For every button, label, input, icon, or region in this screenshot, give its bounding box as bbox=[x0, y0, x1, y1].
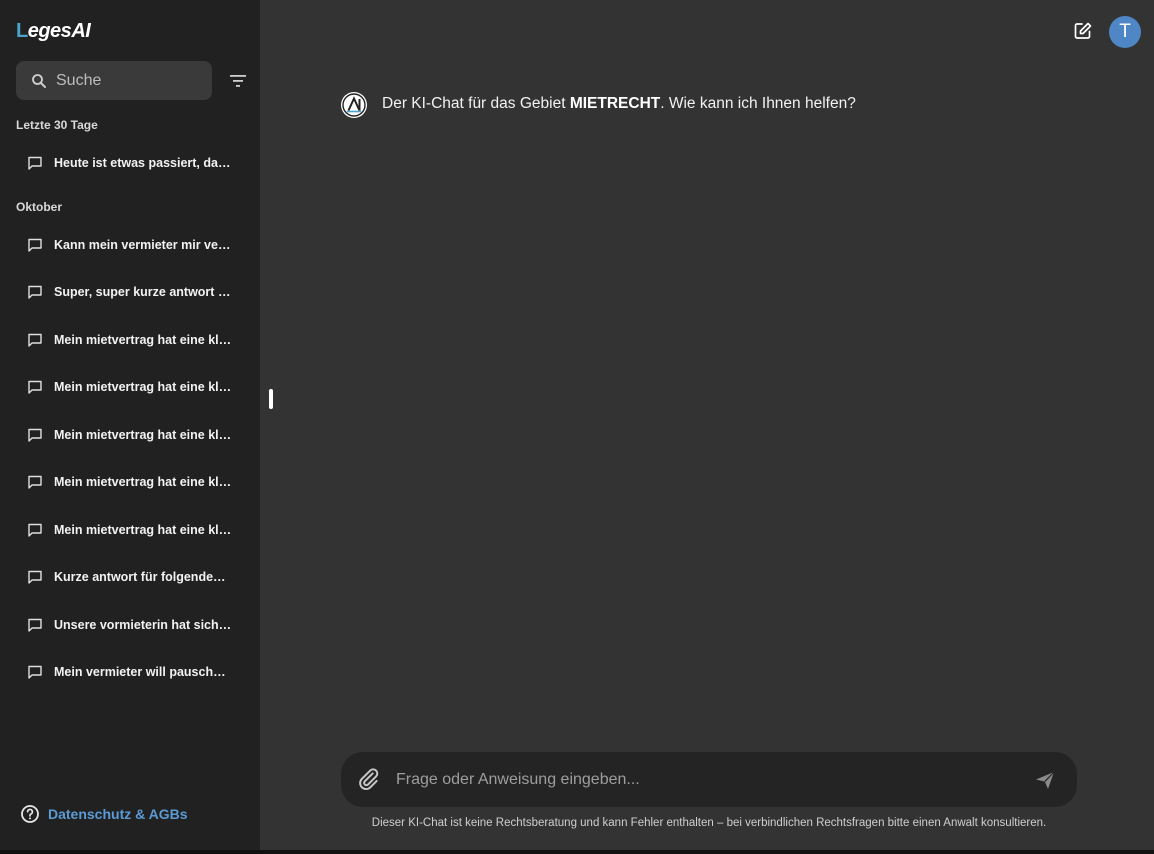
search-input[interactable] bbox=[56, 71, 206, 90]
sidebar-resize-handle[interactable] bbox=[269, 389, 273, 409]
help-icon bbox=[20, 804, 40, 824]
greeting-text-after: . Wie kann ich Ihnen helfen? bbox=[660, 95, 856, 112]
new-chat-button[interactable] bbox=[1072, 20, 1094, 42]
assistant-greeting: Der KI-Chat für das Gebiet MIETRECHT. Wi… bbox=[382, 95, 856, 113]
privacy-terms-label: Datenschutz & AGBs bbox=[48, 806, 188, 822]
section-title: Letzte 30 Tage bbox=[16, 118, 98, 132]
logo-suffix: AI bbox=[71, 19, 91, 42]
chat-history-item[interactable]: Super, super kurze antwort h… bbox=[16, 274, 246, 310]
message-input[interactable] bbox=[396, 770, 1016, 789]
chat-history-item[interactable]: Mein mietvertrag hat eine kl… bbox=[16, 369, 246, 405]
section-title: Oktober bbox=[16, 200, 63, 214]
app-logo[interactable]: Leges AI bbox=[16, 18, 91, 44]
filter-button[interactable] bbox=[228, 71, 248, 91]
logo-text: eges bbox=[27, 19, 72, 42]
chat-history-label: Super, super kurze antwort h… bbox=[54, 285, 232, 299]
chat-history-label: Kann mein vermieter mir ver… bbox=[54, 238, 232, 252]
chat-history-label: Mein mietvertrag hat eine kl… bbox=[54, 428, 232, 442]
chat-bubble-icon bbox=[27, 155, 43, 171]
chat-bubble-icon bbox=[27, 379, 43, 395]
greeting-text-before: Der KI-Chat für das Gebiet bbox=[382, 95, 570, 112]
chat-history-item[interactable]: Kurze antwort für folgendes … bbox=[16, 559, 246, 595]
chat-history-label: Unsere vormieterin hat sich l… bbox=[54, 618, 232, 632]
chat-history-item[interactable]: Mein mietvertrag hat eine kl… bbox=[16, 464, 246, 500]
legesai-logo-icon bbox=[342, 93, 366, 117]
chat-history-label: Mein mietvertrag hat eine kl… bbox=[54, 380, 232, 394]
greeting-topic: MIETRECHT bbox=[569, 95, 661, 112]
chat-history-item[interactable]: Mein mietvertrag hat eine kl… bbox=[16, 322, 246, 358]
user-avatar[interactable]: T bbox=[1109, 16, 1141, 48]
chat-history-item[interactable]: Heute ist etwas passiert, das… bbox=[16, 145, 246, 181]
chat-history-item[interactable]: Unsere vormieterin hat sich l… bbox=[16, 607, 246, 643]
chat-bubble-icon bbox=[27, 664, 43, 680]
chat-history-label: Mein mietvertrag hat eine kl… bbox=[54, 475, 232, 489]
send-icon bbox=[1036, 771, 1055, 789]
chat-history-item[interactable]: Mein vermieter will pauschal… bbox=[16, 654, 246, 690]
chat-bubble-icon bbox=[27, 332, 43, 348]
privacy-terms-link[interactable]: Datenschutz & AGBs bbox=[20, 804, 188, 824]
bot-avatar bbox=[341, 92, 367, 118]
sidebar: LegesAI Letzte 30 Tage Heute ist etwas pa… bbox=[0, 0, 260, 850]
chat-history-label: Mein mietvertrag hat eine kl… bbox=[54, 523, 232, 537]
window-bottom-edge bbox=[0, 850, 1154, 854]
user-avatar-initial: T bbox=[1119, 21, 1131, 42]
paperclip-icon bbox=[359, 767, 379, 790]
chat-bubble-icon bbox=[27, 474, 43, 490]
chat-bubble-icon bbox=[27, 617, 43, 633]
logo-prefix: L bbox=[16, 19, 28, 42]
chat-history-item[interactable]: Mein mietvertrag hat eine kl… bbox=[16, 512, 246, 548]
filter-icon bbox=[229, 74, 247, 88]
chat-history-label: Kurze antwort für folgendes … bbox=[54, 570, 232, 584]
chat-bubble-icon bbox=[27, 237, 43, 253]
chat-bubble-icon bbox=[27, 427, 43, 443]
chat-history-label: Mein vermieter will pauschal… bbox=[54, 665, 232, 679]
message-composer bbox=[341, 752, 1077, 807]
search-box[interactable] bbox=[16, 61, 212, 100]
chat-history-label: Mein mietvertrag hat eine kl… bbox=[54, 333, 232, 347]
chat-bubble-icon bbox=[27, 284, 43, 300]
send-button[interactable] bbox=[1034, 769, 1056, 791]
chat-history-item[interactable]: Kann mein vermieter mir ver… bbox=[16, 227, 246, 263]
chat-history-label: Heute ist etwas passiert, das… bbox=[54, 156, 232, 170]
disclaimer-text: Dieser KI-Chat ist keine Rechtsberatung … bbox=[371, 817, 1047, 829]
attach-button[interactable] bbox=[357, 767, 383, 793]
search-icon bbox=[30, 72, 48, 90]
edit-icon bbox=[1073, 21, 1093, 41]
chat-history-item[interactable]: Mein mietvertrag hat eine kl… bbox=[16, 417, 246, 453]
chat-bubble-icon bbox=[27, 522, 43, 538]
chat-bubble-icon bbox=[27, 569, 43, 585]
